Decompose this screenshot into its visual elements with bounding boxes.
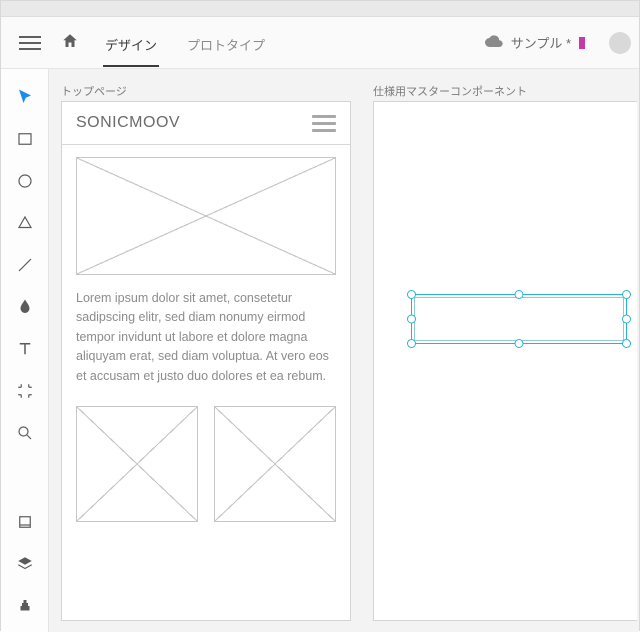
- component-shape: [414, 297, 624, 341]
- hamburger-icon: [312, 115, 336, 132]
- artboard-label-2[interactable]: 仕様用マスターコンポーネント: [373, 83, 527, 99]
- cloud-icon: [485, 34, 503, 51]
- tab-prototype[interactable]: プロトタイプ: [179, 19, 273, 66]
- avatar[interactable]: [609, 32, 631, 54]
- wireframe-paragraph: Lorem ipsum dolor sit amet, consetetur s…: [76, 289, 336, 386]
- line-tool[interactable]: [15, 255, 35, 275]
- selected-component[interactable]: [414, 297, 624, 341]
- tab-design[interactable]: デザイン: [97, 19, 165, 66]
- image-placeholder-right: [214, 406, 336, 522]
- image-placeholder-left: [76, 406, 198, 522]
- image-placeholder-hero: [76, 157, 336, 275]
- pen-tool[interactable]: [15, 297, 35, 317]
- select-tool[interactable]: [15, 87, 35, 107]
- assets-panel-button[interactable]: [15, 512, 35, 532]
- wireframe-brand: SONICMOOV: [76, 114, 312, 132]
- menu-bar: デザイン プロトタイプ サンプル *: [1, 17, 639, 69]
- artboard-master-components[interactable]: [373, 101, 637, 621]
- wireframe-body: Lorem ipsum dolor sit amet, consetetur s…: [62, 145, 350, 534]
- artboard-tool[interactable]: [15, 381, 35, 401]
- tool-rail: [1, 69, 49, 632]
- artboard-label-1[interactable]: トップページ: [61, 83, 127, 99]
- wireframe-header: SONICMOOV: [62, 102, 350, 145]
- zoom-tool[interactable]: [15, 423, 35, 443]
- document-title[interactable]: サンプル *: [485, 33, 585, 52]
- workspace: トップページ SONICMOOV Lorem ipsum dolor sit a…: [1, 69, 639, 632]
- home-button[interactable]: [61, 32, 79, 53]
- text-tool[interactable]: [15, 339, 35, 359]
- design-canvas[interactable]: トップページ SONICMOOV Lorem ipsum dolor sit a…: [49, 69, 639, 632]
- rectangle-tool[interactable]: [15, 129, 35, 149]
- polygon-tool[interactable]: [15, 213, 35, 233]
- ellipse-tool[interactable]: [15, 171, 35, 191]
- plugins-panel-button[interactable]: [15, 596, 35, 616]
- layers-panel-button[interactable]: [15, 554, 35, 574]
- window-titlebar: [1, 1, 639, 17]
- main-menu-button[interactable]: [19, 32, 41, 54]
- document-status-chip: [579, 37, 585, 49]
- artboard-top-page[interactable]: SONICMOOV Lorem ipsum dolor sit amet, co…: [61, 101, 351, 621]
- document-title-text: サンプル *: [511, 33, 571, 52]
